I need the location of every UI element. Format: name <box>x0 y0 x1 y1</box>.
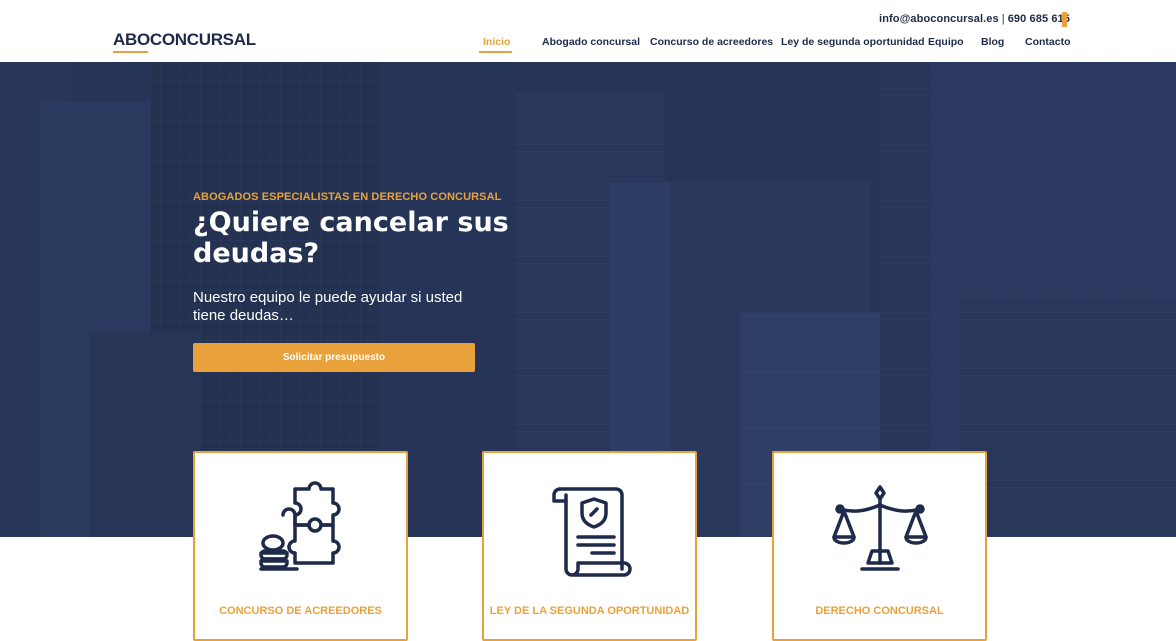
contact-separator: | <box>1001 13 1005 25</box>
scales-icon <box>831 485 928 571</box>
service-card-title: DERECHO CONCURSAL <box>815 605 944 617</box>
service-card-concurso[interactable]: CONCURSO DE ACREEDORES <box>193 451 408 641</box>
service-card-title: LEY DE LA SEGUNDA OPORTUNIDAD <box>489 605 690 617</box>
contact-email[interactable]: info@aboconcursal.es <box>879 13 999 25</box>
main-nav: Inicio Abogado concursal Concurso de acr… <box>0 36 1176 56</box>
service-card-segunda-oportunidad[interactable]: LEY DE LA SEGUNDA OPORTUNIDAD <box>482 451 697 641</box>
puzzle-coins-icon <box>258 481 341 571</box>
nav-item-ley-segunda-oportunidad[interactable]: Ley de segunda oportunidad <box>781 36 925 48</box>
contact-accent-bar <box>1062 12 1067 27</box>
document-shield-icon <box>551 487 632 577</box>
service-card-derecho-concursal[interactable]: DERECHO CONCURSAL <box>772 451 987 641</box>
nav-item-concurso-de-acreedores[interactable]: Concurso de acreedores <box>650 36 773 48</box>
nav-item-abogado-concursal[interactable]: Abogado concursal <box>542 36 640 48</box>
nav-item-blog[interactable]: Blog <box>981 36 1004 48</box>
site-header: info@aboconcursal.es | 690 685 615 ABOCONC… <box>0 0 1176 62</box>
request-quote-button[interactable]: Solicitar presupuesto <box>193 343 475 372</box>
nav-item-equipo[interactable]: Equipo <box>928 36 964 48</box>
service-card-title: CONCURSO DE ACREEDORES <box>219 605 382 617</box>
contact-phone[interactable]: 690 685 615 <box>1008 13 1070 25</box>
hero-subtitle: Nuestro equipo le puede ayudar si usted … <box>193 289 463 324</box>
nav-item-contacto[interactable]: Contacto <box>1025 36 1071 48</box>
hero-kicker: ABOGADOS ESPECIALISTAS EN DERECHO CONCUR… <box>193 191 502 203</box>
hero-headline: ¿Quiere cancelar sus deudas? <box>193 207 509 269</box>
contact-info: info@aboconcursal.es | 690 685 615 <box>879 13 1070 25</box>
nav-active-underline <box>479 51 512 53</box>
nav-item-inicio[interactable]: Inicio <box>483 36 510 48</box>
